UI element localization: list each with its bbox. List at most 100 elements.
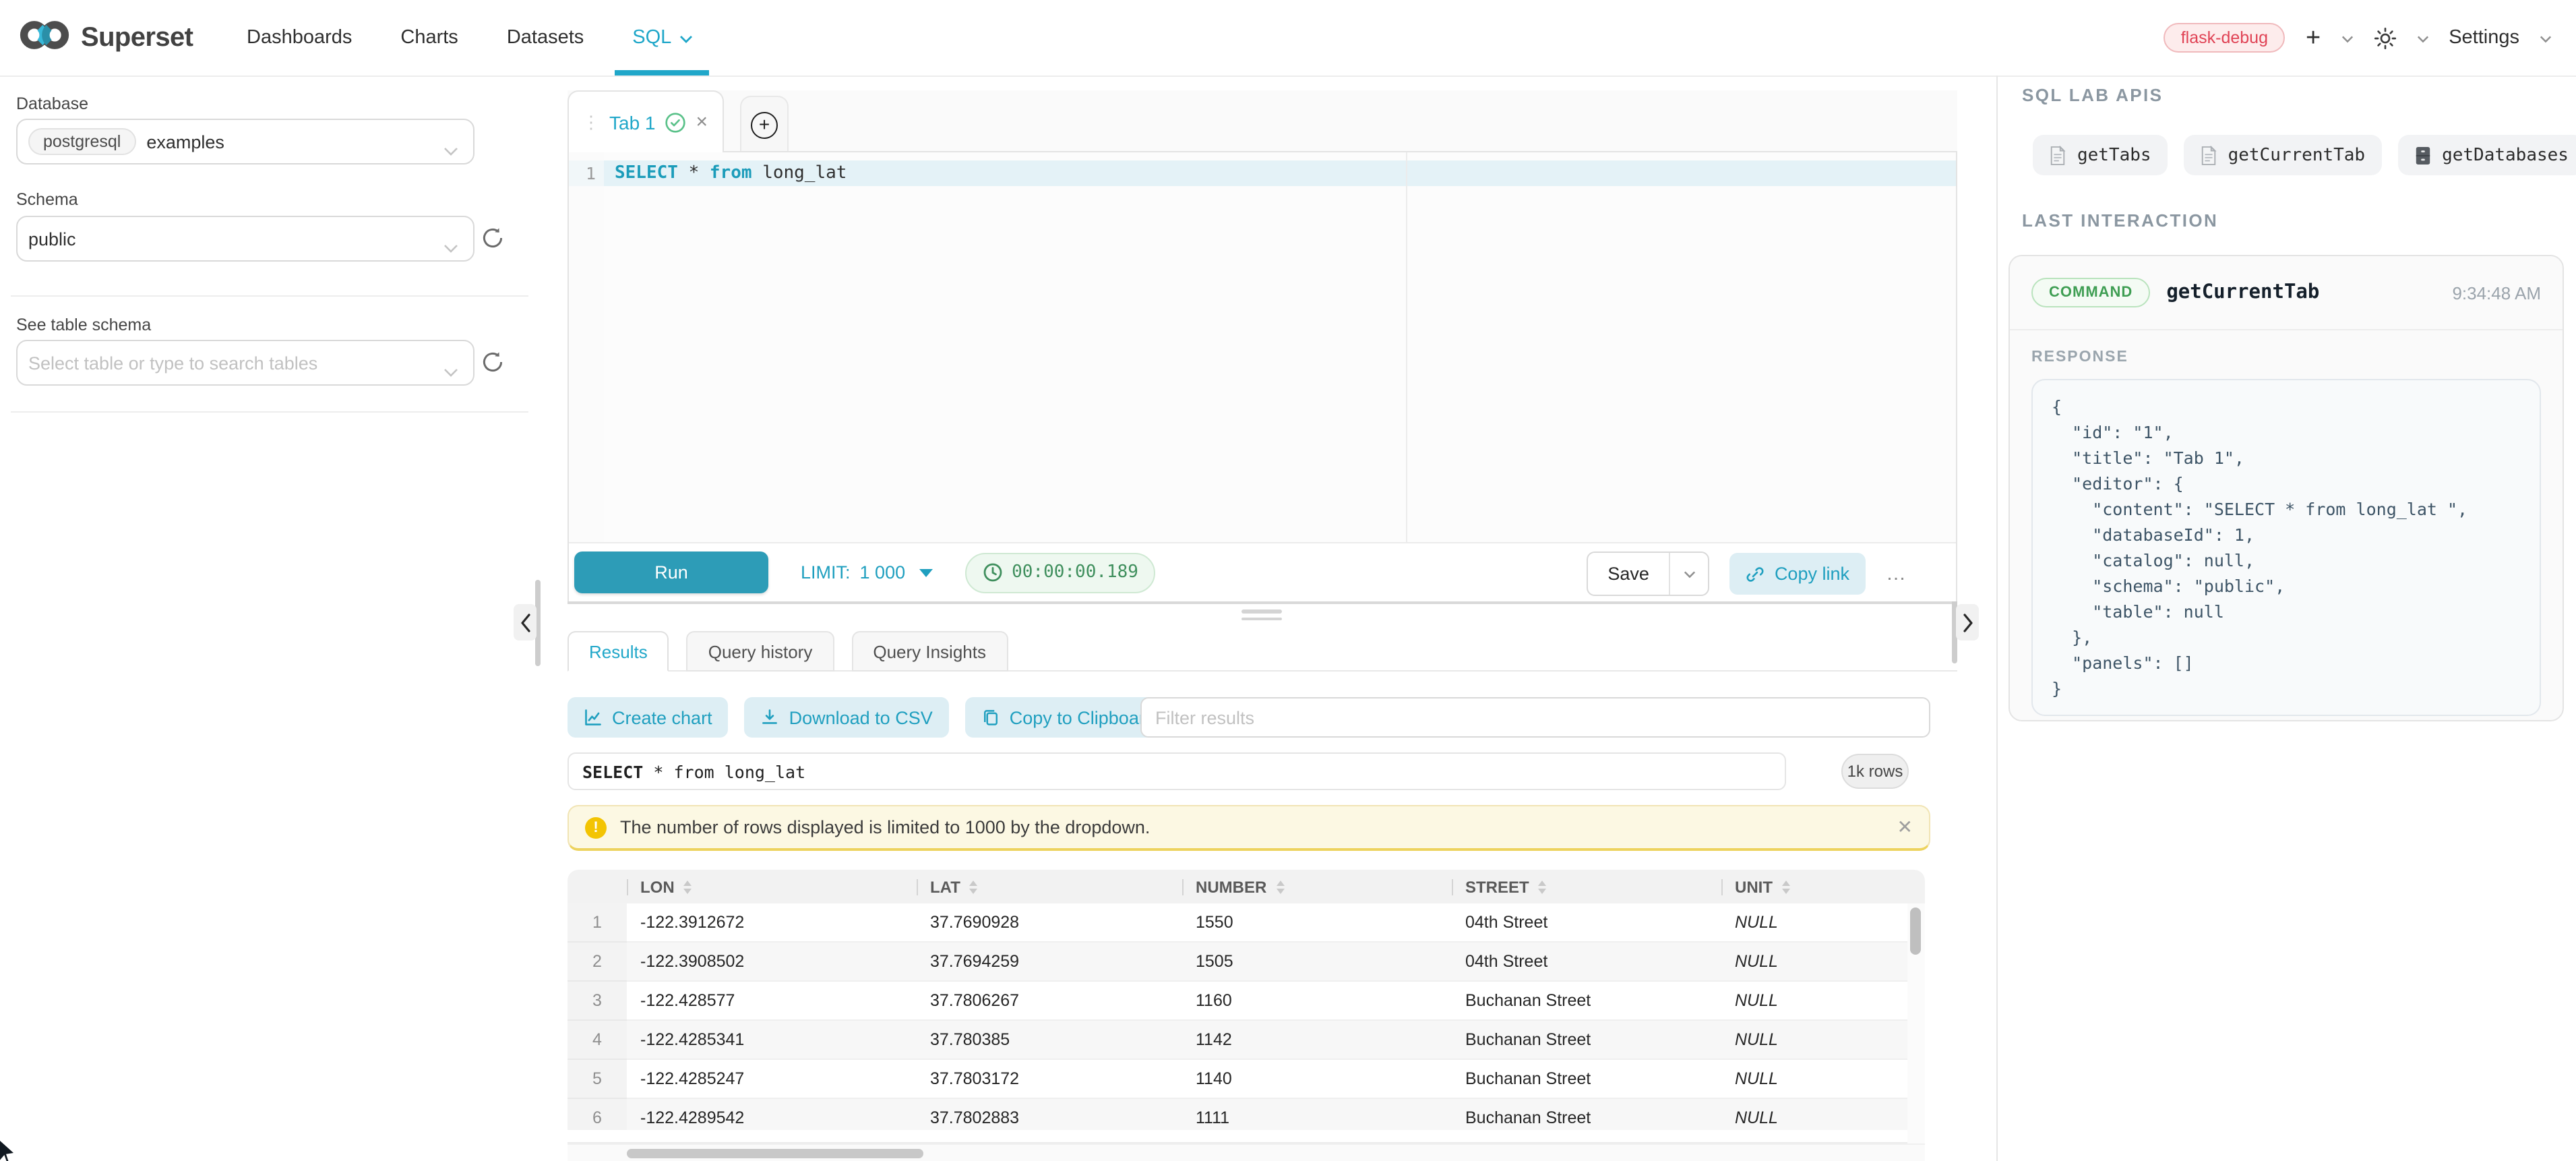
download-csv-label: Download to CSV — [789, 707, 933, 727]
tab-results[interactable]: Results — [568, 631, 669, 672]
nav-charts[interactable]: Charts — [400, 27, 458, 49]
row-number: 2 — [568, 942, 627, 981]
column-label: STREET — [1465, 877, 1529, 896]
row-limit-warning: ! The number of rows displayed is limite… — [568, 805, 1930, 851]
create-chart-button[interactable]: Create chart — [568, 697, 729, 738]
table-cell: NULL — [1721, 903, 1907, 942]
table-cell: 04th Street — [1452, 942, 1721, 981]
getdatabases-button[interactable]: getDatabases — [2397, 135, 2576, 175]
download-csv-button[interactable]: Download to CSV — [745, 697, 949, 738]
command-badge: COMMAND — [2031, 278, 2150, 307]
close-tab-icon[interactable]: × — [696, 112, 708, 132]
table-cell: 1142 — [1182, 1020, 1452, 1059]
chevron-down-icon[interactable] — [2341, 26, 2353, 50]
query-rest: * from long_lat — [643, 761, 805, 781]
table-cell: NULL — [1721, 1059, 1907, 1098]
nav-dashboards[interactable]: Dashboards — [247, 27, 352, 49]
database-label: Database — [16, 94, 88, 113]
sort-icon[interactable] — [1782, 880, 1790, 893]
copy-link-label: Copy link — [1775, 564, 1849, 584]
refresh-schemas-icon[interactable] — [480, 225, 507, 252]
warning-icon: ! — [585, 816, 607, 838]
interaction-card-header: COMMAND getCurrentTab 9:34:48 AM — [2010, 256, 2563, 330]
database-value: examples — [146, 131, 224, 152]
getcurrenttab-button[interactable]: getCurrentTab — [2184, 135, 2382, 175]
table-cell: -122.4285341 — [627, 1020, 917, 1059]
sort-icon[interactable] — [1539, 880, 1547, 893]
code-editor-area[interactable]: 1 SELECT * from long_lat — [569, 152, 1956, 543]
nav-datasets[interactable]: Datasets — [507, 27, 584, 49]
table-cell: 37.7694259 — [917, 942, 1182, 981]
theme-sun-icon[interactable] — [2373, 26, 2396, 49]
filter-results-input[interactable] — [1140, 697, 1930, 738]
column-header-lon[interactable]: LON — [627, 870, 917, 903]
plus-circle-icon: + — [751, 111, 778, 138]
table-select[interactable]: Select table or type to search tables — [16, 340, 474, 386]
superset-brand[interactable]: Superset — [19, 0, 193, 76]
save-button-group: Save — [1586, 552, 1710, 596]
more-actions-button[interactable]: … — [1886, 562, 1907, 585]
table-cell: 37.7806267 — [917, 981, 1182, 1020]
table-cell: 1505 — [1182, 942, 1452, 981]
editor-toolbar: Run LIMIT: 1 000 00:00:00.189 Save — [569, 542, 1956, 601]
table-cell: NULL — [1721, 1020, 1907, 1059]
collapse-left-panel-button[interactable] — [514, 604, 536, 641]
sort-icon[interactable] — [684, 880, 692, 893]
header-separator — [917, 879, 918, 895]
nav-sql[interactable]: SQL — [632, 27, 693, 49]
schema-select[interactable]: public — [16, 216, 474, 262]
table-cell: -122.3912672 — [627, 903, 917, 942]
warning-text: The number of rows displayed is limited … — [620, 817, 1150, 837]
command-timestamp: 9:34:48 AM — [2452, 282, 2541, 303]
column-header-number[interactable]: NUMBER — [1182, 870, 1452, 903]
schema-value: public — [28, 229, 76, 249]
last-interaction-title: LAST INTERACTION — [2022, 210, 2218, 231]
run-button[interactable]: Run — [574, 552, 768, 593]
table-cell: NULL — [1721, 942, 1907, 981]
table-horizontal-scrollbar[interactable] — [568, 1143, 1925, 1161]
table-cell: NULL — [1721, 981, 1907, 1020]
navbar-right: flask-debug + Settings — [2164, 0, 2552, 76]
horizontal-scrollbar-thumb[interactable] — [627, 1149, 923, 1158]
database-select[interactable]: postgresql examples — [16, 119, 474, 165]
resize-grip-icon[interactable] — [1241, 609, 1282, 624]
table-row: 3-122.42857737.78062671160Buchanan Stree… — [568, 981, 1907, 1020]
column-header-lat[interactable]: LAT — [917, 870, 1182, 903]
mouse-cursor — [0, 1141, 13, 1161]
new-tab-button[interactable]: + — [740, 96, 789, 152]
gettabs-label: getTabs — [2077, 145, 2151, 165]
drag-handle-icon[interactable]: ⋮ — [582, 111, 600, 133]
editor-tab[interactable]: ⋮ Tab 1 × — [568, 90, 724, 152]
gettabs-button[interactable]: getTabs — [2033, 135, 2168, 175]
settings-menu[interactable]: Settings — [2449, 27, 2519, 49]
panel-split-divider[interactable] — [568, 601, 1957, 604]
sort-icon[interactable] — [1276, 880, 1284, 893]
sql-keyword: SELECT — [615, 163, 678, 183]
column-label: NUMBER — [1196, 877, 1266, 896]
column-header-unit[interactable]: UNIT — [1721, 870, 1907, 903]
chevron-down-icon — [443, 236, 458, 260]
chevron-down-icon[interactable] — [2416, 26, 2428, 50]
partial-row — [568, 1130, 1907, 1143]
sort-icon[interactable] — [970, 880, 978, 893]
main-nav: Dashboards Charts Datasets SQL — [247, 0, 693, 76]
editor-tabstrip: ⋮ Tab 1 × + — [568, 90, 1957, 151]
vertical-scrollbar-thumb[interactable] — [1910, 907, 1921, 955]
sidebar-divider — [11, 295, 528, 297]
tab-query-insights[interactable]: Query Insights — [851, 631, 1008, 672]
new-item-button[interactable]: + — [2306, 25, 2321, 51]
close-warning-icon[interactable]: ✕ — [1897, 816, 1913, 839]
table-vertical-scrollbar[interactable] — [1907, 903, 1925, 1143]
limit-dropdown[interactable]: LIMIT: 1 000 — [801, 562, 932, 583]
table-cell: 04th Street — [1452, 903, 1721, 942]
save-button[interactable]: Save — [1587, 553, 1669, 595]
row-count-badge: 1k rows — [1841, 754, 1909, 789]
copy-link-button[interactable]: Copy link — [1730, 553, 1866, 595]
refresh-tables-icon[interactable] — [480, 349, 507, 376]
collapse-right-panel-button[interactable] — [1956, 604, 1979, 641]
column-header-street[interactable]: STREET — [1452, 870, 1721, 903]
save-options-caret[interactable] — [1669, 553, 1709, 595]
table-row: 4-122.428534137.7803851142Buchanan Stree… — [568, 1020, 1907, 1059]
chevron-down-icon[interactable] — [2540, 26, 2552, 50]
tab-query-history[interactable]: Query history — [687, 631, 834, 672]
